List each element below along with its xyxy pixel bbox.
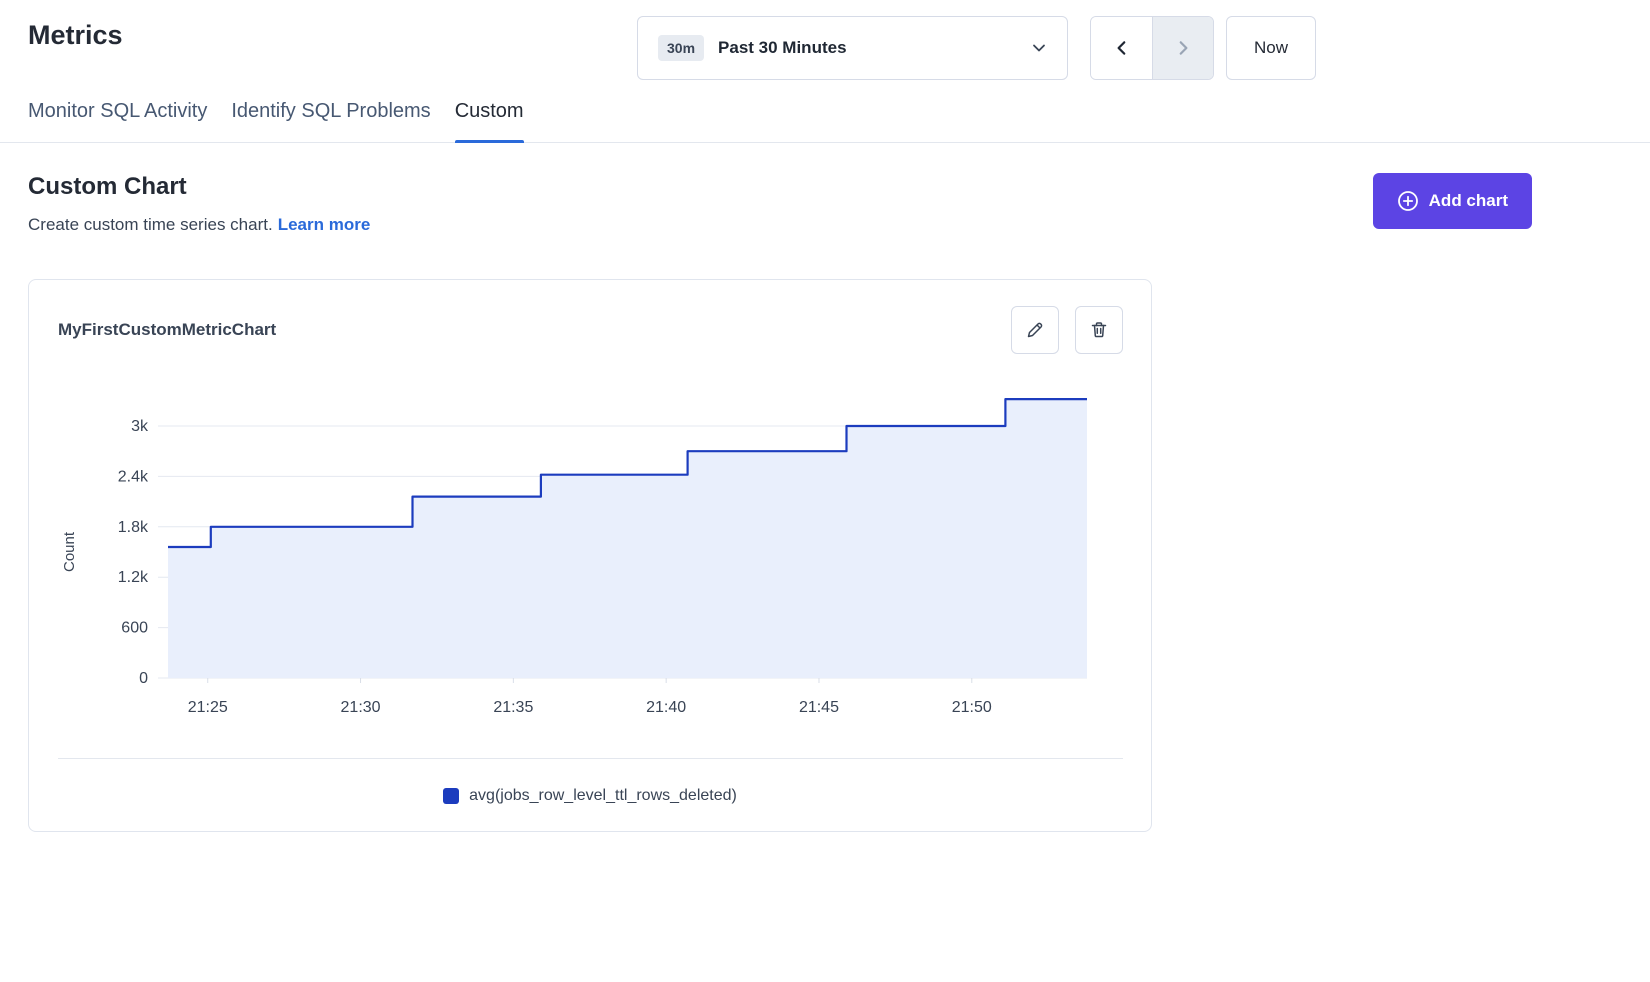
time-range-badge: 30m [658,35,704,61]
time-controls: 30m Past 30 Minutes Now [637,16,1316,80]
pencil-icon [1025,320,1045,340]
delete-chart-button[interactable] [1075,306,1123,354]
svg-text:600: 600 [121,620,148,637]
custom-chart-section-header: Custom Chart Create custom time series c… [0,143,1650,235]
tab-monitor-sql-activity[interactable]: Monitor SQL Activity [28,88,207,142]
svg-text:3k: 3k [131,418,149,435]
section-description-text: Create custom time series chart. [28,215,273,234]
topbar: Metrics 30m Past 30 Minutes [0,0,1650,78]
now-button[interactable]: Now [1226,16,1316,80]
svg-text:Count: Count [61,531,78,572]
time-range-label: Past 30 Minutes [718,38,1017,58]
svg-text:21:40: 21:40 [646,699,686,716]
legend-swatch [443,788,459,804]
legend-label: avg(jobs_row_level_ttl_rows_deleted) [469,787,737,805]
plus-circle-icon [1397,190,1419,212]
custom-chart-card: MyFirstCustomMetricChart [28,279,1152,832]
time-pager [1090,16,1214,80]
metrics-tabs: Monitor SQL Activity Identify SQL Proble… [0,88,1650,143]
chart-actions [1011,306,1123,354]
add-chart-label: Add chart [1429,191,1508,211]
svg-text:2.4k: 2.4k [118,468,149,485]
custom-metric-chart: 0 600 1.2k 1.8k 2.4k 3k 21:25 21:30 21:35 21:40 21… [58,382,1124,732]
edit-chart-button[interactable] [1011,306,1059,354]
svg-text:21:30: 21:30 [341,699,381,716]
section-heading: Custom Chart [28,173,370,201]
chevron-right-icon [1174,39,1192,57]
chevron-left-icon [1113,39,1131,57]
section-description: Create custom time series chart. Learn mo… [28,215,370,235]
svg-text:1.8k: 1.8k [118,519,149,536]
section-text: Custom Chart Create custom time series c… [28,173,370,235]
svg-text:21:35: 21:35 [493,699,533,716]
chevron-down-icon [1031,40,1047,56]
chart-title: MyFirstCustomMetricChart [58,320,276,340]
time-prev-button[interactable] [1091,17,1152,79]
chart-area: 0 600 1.2k 1.8k 2.4k 3k 21:25 21:30 21:35 21:40 21… [29,354,1151,732]
tab-identify-sql-problems[interactable]: Identify SQL Problems [231,88,430,142]
svg-text:21:45: 21:45 [799,699,839,716]
metrics-page: Metrics 30m Past 30 Minutes [0,0,1650,832]
svg-text:1.2k: 1.2k [118,569,149,586]
svg-text:21:50: 21:50 [952,699,992,716]
learn-more-link[interactable]: Learn more [278,215,371,234]
chart-card-header: MyFirstCustomMetricChart [29,280,1151,354]
add-chart-button[interactable]: Add chart [1373,173,1532,229]
chart-legend: avg(jobs_row_level_ttl_rows_deleted) [29,759,1151,831]
tab-custom[interactable]: Custom [455,88,524,142]
time-range-dropdown[interactable]: 30m Past 30 Minutes [637,16,1068,80]
svg-text:0: 0 [139,670,148,687]
trash-icon [1089,320,1109,340]
svg-text:21:25: 21:25 [188,699,228,716]
time-next-button[interactable] [1152,17,1213,79]
